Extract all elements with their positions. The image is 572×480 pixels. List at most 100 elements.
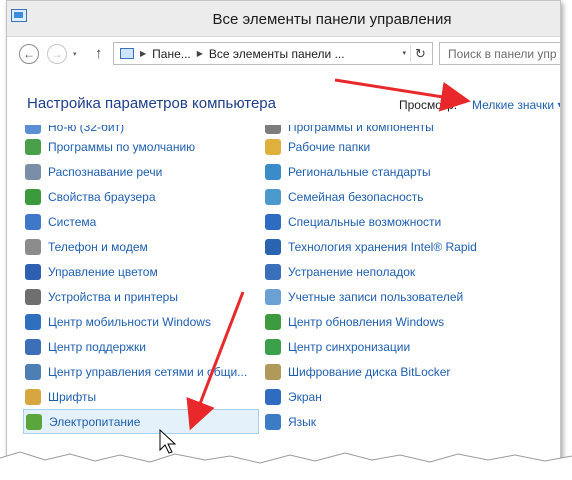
control-panel-item-icon — [265, 413, 281, 430]
page-header: Настройка параметров компьютера Просмотр… — [7, 71, 560, 121]
control-panel-item-label: Семейная безопасность — [288, 189, 424, 204]
breadcrumb-separator-icon[interactable]: ▶ — [140, 49, 146, 58]
control-panel-item[interactable]: Но-ю (32-бит) — [23, 125, 258, 134]
control-panel-item-label: Свойства браузера — [48, 189, 156, 204]
control-panel-item-label: Распознавание речи — [48, 164, 163, 179]
control-panel-item-label: Телефон и модем — [48, 239, 148, 254]
control-panel-item-icon — [25, 388, 41, 405]
control-panel-item-icon — [25, 138, 41, 155]
control-panel-item-icon — [25, 163, 41, 180]
control-panel-item-icon — [265, 138, 281, 155]
control-panel-item-icon — [265, 388, 281, 405]
control-panel-item[interactable]: Рабочие папки — [263, 134, 498, 159]
control-panel-window: Все элементы панели управления ← → ▾ ↑ ▶… — [6, 0, 561, 466]
view-mode-dropdown[interactable]: Мелкие значки ▾ — [472, 98, 560, 112]
control-panel-item-label: Но-ю (32-бит) — [48, 125, 125, 134]
control-panel-item-icon — [265, 188, 281, 205]
view-label: Просмотр: — [399, 98, 458, 112]
breadcrumb-all-items[interactable]: Все элементы панели ... — [209, 47, 345, 61]
control-panel-item-icon — [265, 238, 281, 255]
search-input[interactable]: Поиск в панели упр — [439, 42, 560, 65]
control-panel-item-label: Специальные возможности — [288, 214, 442, 229]
control-panel-item[interactable]: Шифрование диска BitLocker — [263, 359, 498, 384]
control-panel-item-icon — [265, 313, 281, 330]
control-panel-item[interactable]: Региональные стандарты — [263, 159, 498, 184]
control-panel-item[interactable]: Устранение неполадок — [263, 259, 498, 284]
up-button[interactable]: ↑ — [95, 45, 103, 62]
control-panel-item-label: Язык — [288, 414, 317, 429]
control-panel-item-label: Центр управления сетями и общи... — [48, 364, 248, 379]
control-panel-item[interactable]: Язык — [263, 409, 498, 434]
control-panel-item[interactable]: Устройства и принтеры — [23, 284, 258, 309]
control-panel-item[interactable]: Экран — [263, 384, 498, 409]
control-panel-item[interactable]: Центр синхронизации — [263, 334, 498, 359]
control-panel-item[interactable]: Центр управления сетями и общи... — [23, 359, 258, 384]
control-panel-item-label: Управление цветом — [48, 264, 158, 279]
control-panel-item-icon — [265, 163, 281, 180]
control-panel-icon[interactable] — [11, 9, 27, 22]
control-panel-item-icon — [265, 213, 281, 230]
control-panel-item-label: Шрифты — [48, 389, 97, 404]
control-panel-item[interactable]: Телефон и модем — [23, 234, 258, 259]
control-panel-item-label: Учетные записи пользователей — [288, 289, 464, 304]
control-panel-item[interactable]: Программы и компоненты — [263, 125, 498, 134]
forward-button[interactable]: → — [47, 44, 67, 64]
control-panel-item-label: Программы по умолчанию — [48, 139, 196, 154]
recent-locations-chevron-icon[interactable]: ▾ — [73, 50, 77, 58]
control-panel-item-label: Экран — [288, 389, 322, 404]
control-panel-item-label: Электропитание — [49, 414, 141, 429]
control-panel-item-icon — [265, 263, 281, 280]
window-title: Все элементы панели управления — [212, 11, 452, 28]
breadcrumb-separator-icon[interactable]: ▶ — [197, 49, 203, 58]
control-panel-item-icon — [25, 238, 41, 255]
control-panel-item-label: Центр поддержки — [48, 339, 146, 354]
control-panel-item[interactable]: Шрифты — [23, 384, 258, 409]
breadcrumb-control-panel[interactable]: Пане... — [152, 47, 191, 61]
control-panel-item-icon — [25, 288, 41, 305]
torn-edge — [0, 451, 572, 480]
address-bar[interactable]: ▶ Пане... ▶ Все элементы панели ... ▾ ↻ — [113, 42, 433, 65]
control-panel-item-label: Программы и компоненты — [288, 125, 434, 134]
control-panel-item[interactable]: Центр мобильности Windows — [23, 309, 258, 334]
control-panel-item[interactable]: Управление цветом — [23, 259, 258, 284]
control-panel-item-label: Устранение неполадок — [288, 264, 416, 279]
control-panel-item[interactable]: Программы по умолчанию — [23, 134, 258, 159]
control-panel-item[interactable]: Система — [23, 209, 258, 234]
refresh-icon[interactable]: ↻ — [410, 45, 430, 62]
control-panel-item-icon — [25, 263, 41, 280]
control-panel-item-icon — [265, 288, 281, 305]
control-panel-item[interactable]: Учетные записи пользователей — [263, 284, 498, 309]
control-panel-item-label: Центр мобильности Windows — [48, 314, 211, 329]
control-panel-item-icon — [25, 363, 41, 380]
back-button[interactable]: ← — [19, 44, 39, 64]
title-bar: Все элементы панели управления — [7, 1, 560, 37]
control-panel-item-icon — [25, 338, 41, 355]
control-panel-item-label: Шифрование диска BitLocker — [288, 364, 451, 379]
control-panel-item[interactable]: Центр поддержки — [23, 334, 258, 359]
navigation-bar: ← → ▾ ↑ ▶ Пане... ▶ Все элементы панели … — [7, 37, 560, 71]
control-panel-item-label: Региональные стандарты — [288, 164, 431, 179]
control-panel-item[interactable]: Свойства браузера — [23, 184, 258, 209]
control-panel-item-icon — [25, 213, 41, 230]
control-panel-item-label: Центр обновления Windows — [288, 314, 445, 329]
control-panel-item[interactable]: Технология хранения Intel® Rapid — [263, 234, 498, 259]
control-panel-item-icon — [265, 338, 281, 355]
right-column: Программы и компоненты Рабочие папки Регио… — [263, 125, 498, 434]
control-panel-item-icon — [265, 125, 281, 134]
control-panel-item[interactable]: Семейная безопасность — [263, 184, 498, 209]
control-panel-address-icon — [120, 48, 134, 59]
control-panel-item-icon — [26, 413, 42, 430]
control-panel-item[interactable]: Электропитание — [23, 409, 259, 434]
control-panel-item-icon — [25, 313, 41, 330]
control-panel-item-label: Устройства и принтеры — [48, 289, 178, 304]
control-panel-item-label: Центр синхронизации — [288, 339, 411, 354]
control-panel-item-icon — [25, 125, 41, 134]
control-panel-item[interactable]: Специальные возможности — [263, 209, 498, 234]
address-dropdown-icon[interactable]: ▾ — [402, 49, 406, 57]
page-title: Настройка параметров компьютера — [27, 95, 276, 112]
control-panel-item-label: Технология хранения Intel® Rapid — [288, 239, 477, 254]
control-panel-item[interactable]: Центр обновления Windows — [263, 309, 498, 334]
control-panel-item-icon — [25, 188, 41, 205]
control-panel-item[interactable]: Распознавание речи — [23, 159, 258, 184]
control-panel-item-label: Рабочие папки — [288, 139, 371, 154]
